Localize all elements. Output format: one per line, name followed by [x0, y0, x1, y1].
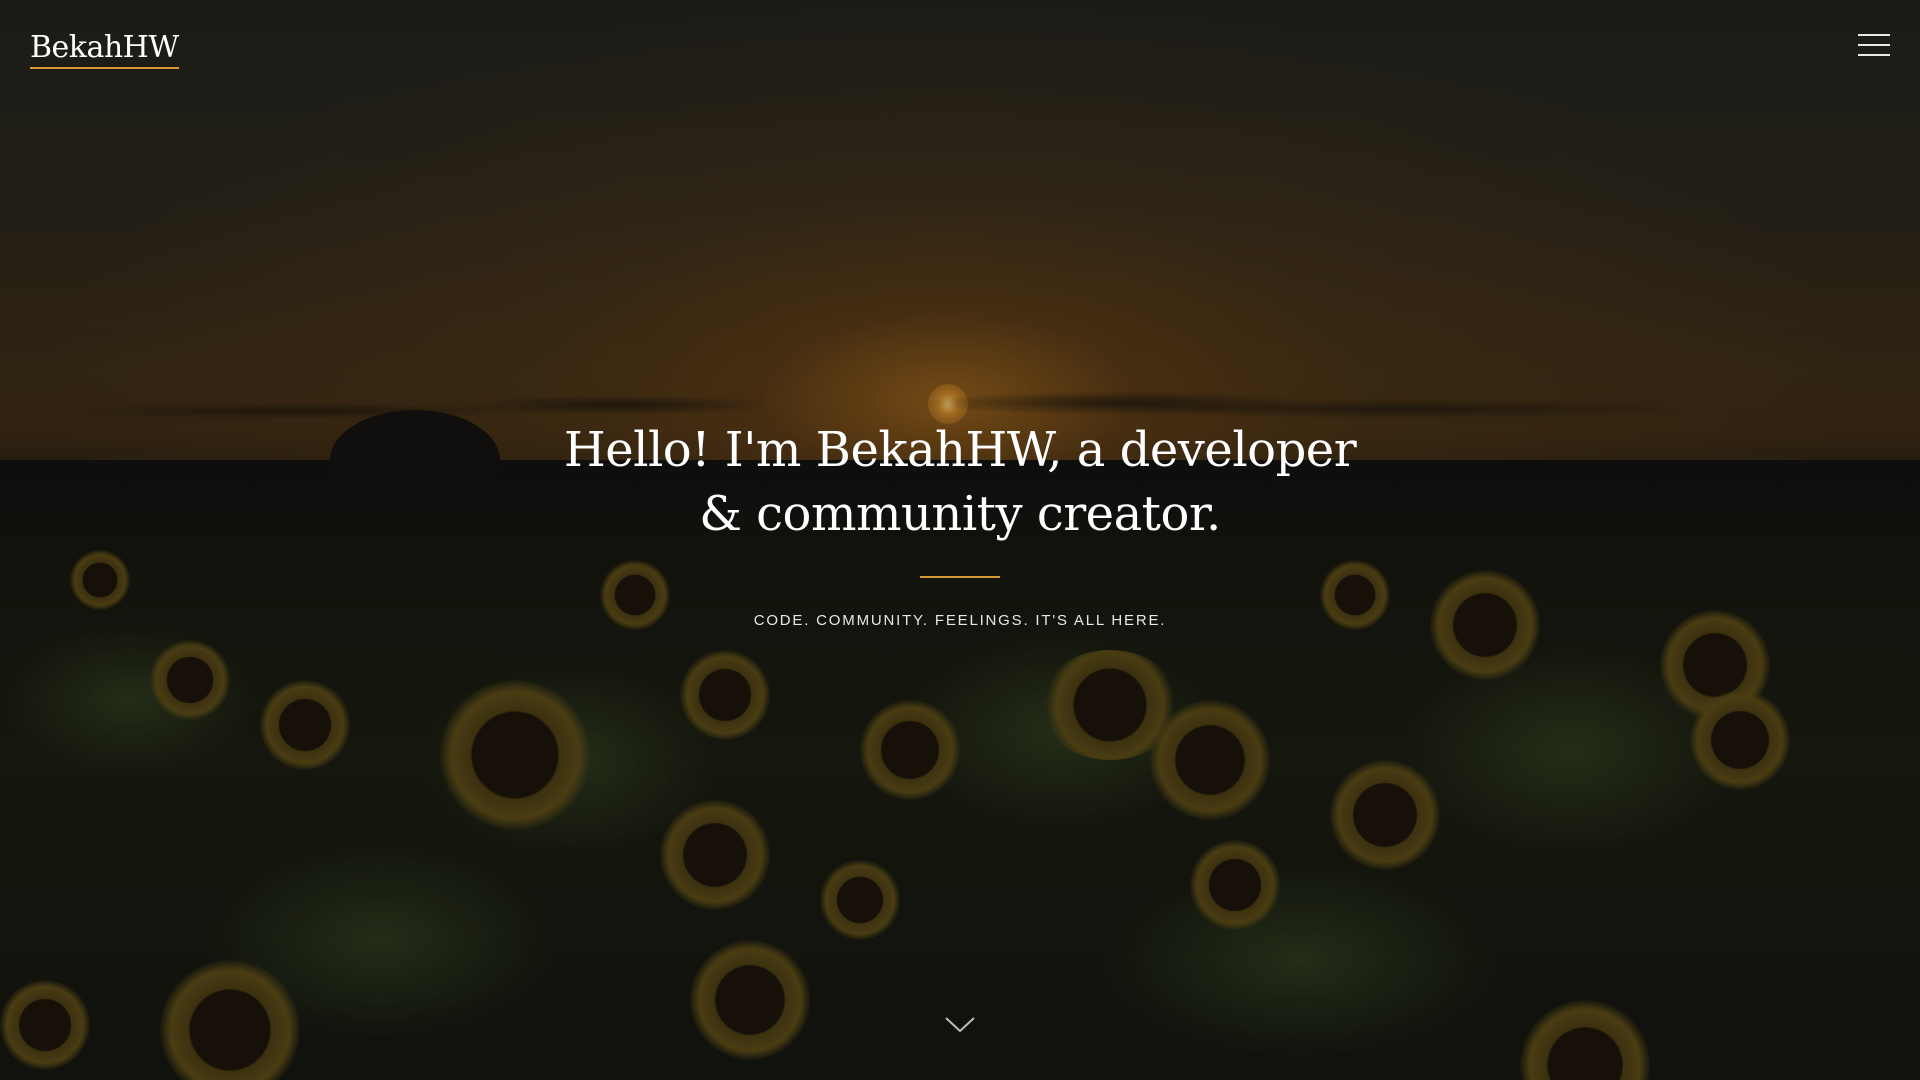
- hamburger-menu-icon[interactable]: [1858, 32, 1890, 58]
- hero-title-line2: & community creator.: [699, 486, 1221, 542]
- hero-tagline: CODE. COMMUNITY. FEELINGS. IT'S ALL HERE…: [753, 612, 1167, 629]
- hero-section: BekahHW Hello! I'm BekahHW, a developer …: [0, 0, 1920, 1080]
- hero-title-line1: Hello! I'm BekahHW, a developer: [563, 422, 1357, 478]
- menu-line: [1858, 34, 1890, 36]
- site-logo[interactable]: BekahHW: [30, 30, 179, 69]
- menu-line: [1858, 54, 1890, 56]
- menu-line: [1858, 44, 1890, 46]
- chevron-down-icon[interactable]: [944, 1012, 976, 1036]
- hero-content: Hello! I'm BekahHW, a developer & commun…: [460, 418, 1460, 629]
- accent-divider: [920, 576, 1000, 578]
- hero-title: Hello! I'm BekahHW, a developer & commun…: [460, 418, 1460, 546]
